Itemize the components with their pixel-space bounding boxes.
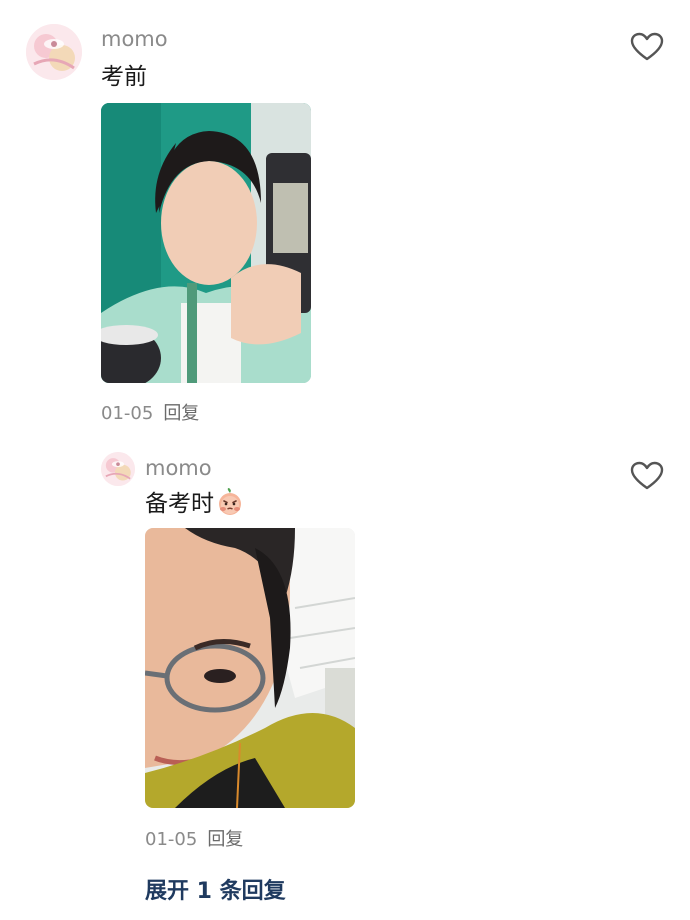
reply-reply-button[interactable]: 回复 xyxy=(207,829,243,850)
comment-text: 考前 xyxy=(101,64,147,90)
reply-text: 备考时 xyxy=(145,491,214,517)
reply-photo[interactable] xyxy=(145,528,355,808)
reply-date: 01-05 xyxy=(145,829,198,850)
expand-replies-link[interactable]: 展开 1 条回复 xyxy=(145,878,286,906)
comment-avatar[interactable] xyxy=(26,24,82,80)
angry-peach-emoji-icon xyxy=(216,488,244,516)
comment-reply-button[interactable]: 回复 xyxy=(163,403,199,424)
comment-meta: 01-05 回复 xyxy=(101,403,199,425)
comment-photo[interactable] xyxy=(101,103,311,383)
reply-text-row: 备考时 xyxy=(145,488,244,518)
reply-avatar[interactable] xyxy=(101,452,135,486)
comment-like-heart-icon[interactable] xyxy=(630,32,664,62)
reply-like-heart-icon[interactable] xyxy=(630,461,664,491)
reply-meta: 01-05 回复 xyxy=(145,829,243,851)
comment-username[interactable]: momo xyxy=(101,27,168,51)
comment-date: 01-05 xyxy=(101,403,154,424)
reply-username[interactable]: momo xyxy=(145,456,212,480)
